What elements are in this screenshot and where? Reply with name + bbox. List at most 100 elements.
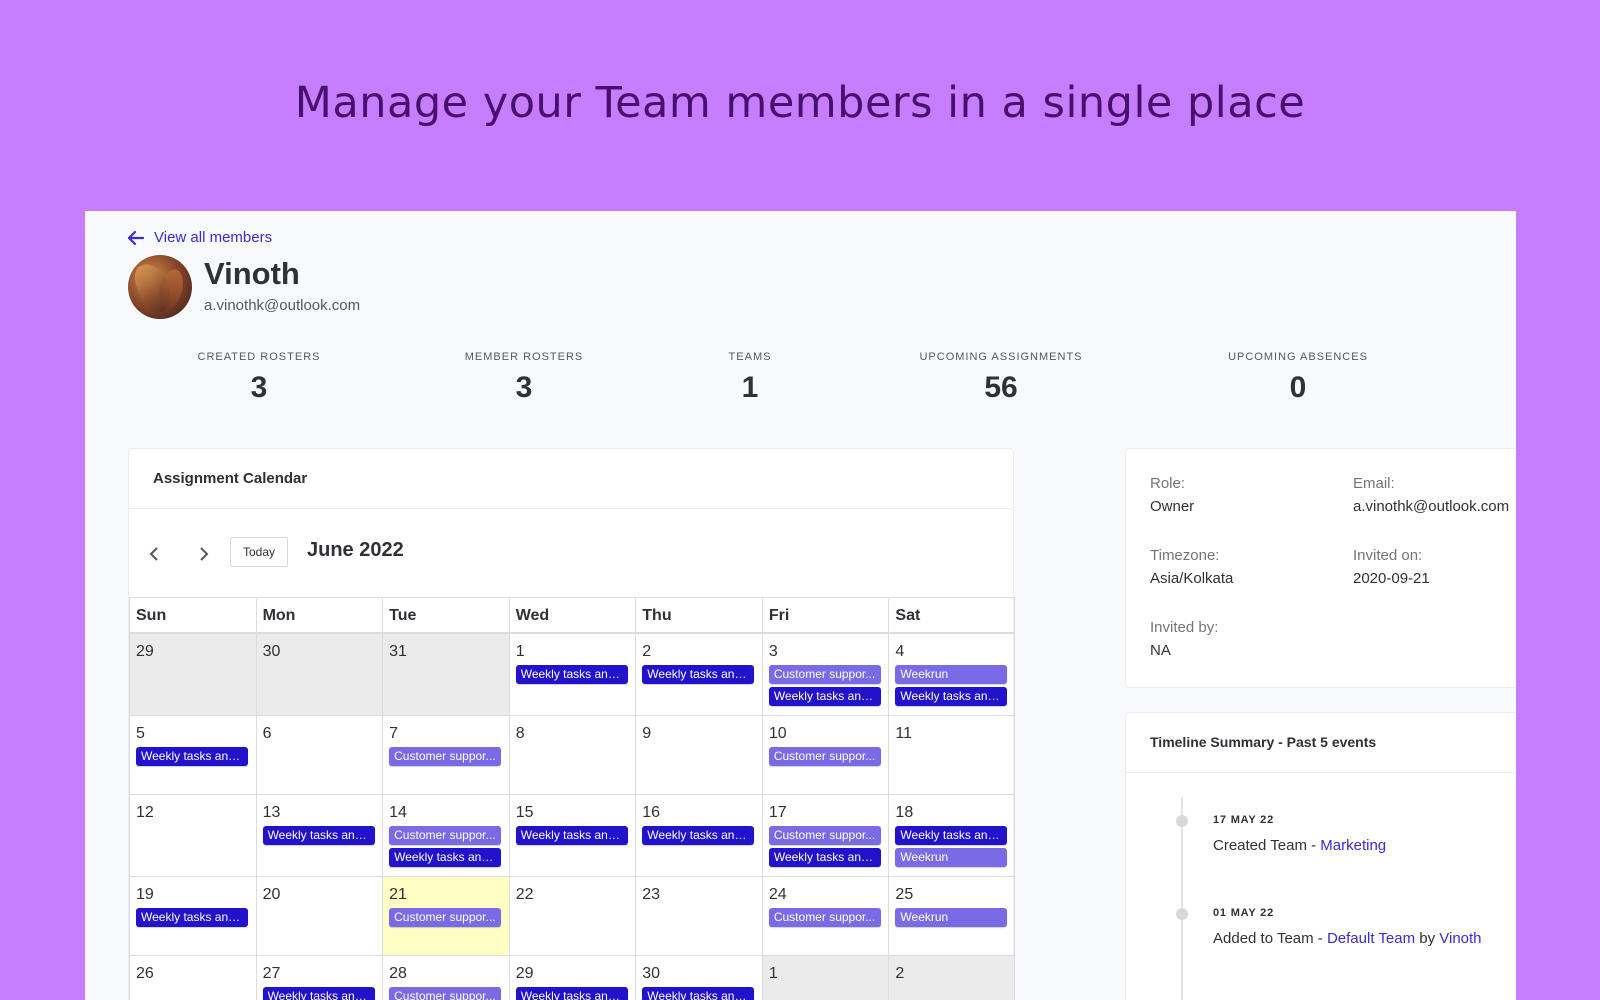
next-month-button[interactable] [191,541,217,567]
calendar-day[interactable]: 2 [888,956,1015,1000]
calendar-event[interactable]: Weekly tasks anc... [642,826,755,845]
calendar-day[interactable]: 25 Weekrun [888,877,1015,955]
calendar-event[interactable]: Customer suppor... [768,908,881,927]
calendar-day[interactable]: 29 Weekly tasks anc... [508,956,636,1000]
timeline-dot [1176,815,1188,827]
calendar-day[interactable]: 13 Weekly tasks anc... [255,795,383,876]
stat-label: UPCOMING ABSENCES [1228,351,1368,363]
view-all-members-link[interactable]: View all members [128,229,272,246]
calendar-day[interactable]: 10 Customer suppor... [761,716,889,794]
day-number: 3 [768,643,778,660]
calendar-day[interactable]: 8 [508,716,636,794]
calendar-day[interactable]: 6 [255,716,383,794]
calendar-day[interactable]: 28 Customer suppor... [382,956,509,1000]
calendar-event[interactable]: Customer suppor... [389,987,502,1000]
calendar-event[interactable]: Weekly tasks anc... [768,848,881,867]
calendar-day[interactable]: 16 Weekly tasks anc... [635,795,762,876]
calendar-event[interactable]: Weekly tasks anc... [642,665,755,684]
today-button[interactable]: Today [230,537,288,567]
calendar-day[interactable]: 23 [635,877,762,955]
info-invited-by-label: Invited by: [1150,619,1219,636]
stat-value: 3 [250,371,268,404]
calendar-event[interactable]: Weekly tasks anc... [515,826,628,845]
calendar-day[interactable]: 2 Weekly tasks anc... [635,634,762,715]
day-of-week-fri: Fri [761,598,889,634]
calendar-day[interactable]: 26 [129,956,256,1000]
calendar-event[interactable]: Weekly tasks anc... [895,687,1008,706]
timeline-event-prefix: Added to Team - [1213,930,1327,947]
calendar-day[interactable]: 17 Customer suppor... Weekly tasks anc... [761,795,889,876]
day-number: 18 [895,804,914,821]
calendar-day[interactable]: 27 Weekly tasks anc... [255,956,383,1000]
calendar-event[interactable]: Customer suppor... [389,826,502,845]
day-number: 26 [136,965,154,982]
calendar-day[interactable]: 24 Customer suppor... [761,877,889,955]
calendar-day[interactable]: 7 Customer suppor... [382,716,509,794]
calendar-day[interactable]: 12 [129,795,256,876]
timeline-event-prefix: Created Team - [1213,837,1321,854]
info-timezone: Timezone: Asia/Kolkata [1150,547,1233,587]
calendar-day-today[interactable]: 21 Customer suppor... [382,877,509,955]
calendar-event[interactable]: Weekrun [895,908,1008,927]
calendar-day[interactable]: 11 [888,716,1015,794]
calendar-event[interactable]: Customer suppor... [389,908,502,927]
calendar-day[interactable]: 20 [255,877,383,955]
day-number: 8 [515,725,525,742]
calendar-event[interactable]: Weekly tasks anc... [262,826,375,845]
timeline-event-text: Created Team - Marketing [1213,837,1386,854]
calendar-day[interactable]: 30 [255,634,383,715]
info-invited-by-value: NA [1150,642,1171,659]
calendar-event[interactable]: Customer suppor... [768,665,881,684]
day-number: 30 [642,965,661,982]
calendar-day[interactable]: 15 Weekly tasks anc... [508,795,636,876]
calendar-day[interactable]: 9 [635,716,762,794]
calendar-day[interactable]: 5 Weekly tasks anc... [129,716,256,794]
calendar-day[interactable]: 18 Weekly tasks anc... Weekrun [888,795,1015,876]
calendar-day[interactable]: 3 Customer suppor... Weekly tasks anc... [761,634,889,715]
timeline-user-link[interactable]: Vinoth [1439,930,1481,947]
calendar-event[interactable]: Customer suppor... [389,747,502,766]
day-number: 4 [895,643,905,660]
calendar-event[interactable]: Weekly tasks anc... [768,687,881,706]
calendar-event[interactable]: Weekly tasks anc... [136,747,248,766]
timeline-team-link[interactable]: Marketing [1320,837,1386,854]
calendar-day[interactable]: 14 Customer suppor... Weekly tasks anc... [382,795,509,876]
calendar-event[interactable]: Weekly tasks anc... [515,665,628,684]
day-number: 24 [768,886,787,903]
calendar-day[interactable]: 1 [761,956,889,1000]
stat-value: 56 [984,371,1018,404]
calendar-event[interactable]: Weekly tasks anc... [136,908,248,927]
avatar [128,255,192,319]
day-number: 13 [262,804,281,821]
calendar-event[interactable]: Weekrun [895,848,1008,867]
calendar-day[interactable]: 31 [382,634,509,715]
calendar-day[interactable]: 29 [129,634,256,715]
calendar-grid: Sun Mon Tue Wed Thu Fri Sat 29 30 31 1 Weekly task… [129,597,1015,1000]
calendar-day[interactable]: 30 Weekly tasks anc... [635,956,762,1000]
calendar-event[interactable]: Weekrun [895,665,1008,684]
calendar-event[interactable]: Weekly tasks anc... [389,848,502,867]
timeline-team-link[interactable]: Default Team [1327,930,1415,947]
day-number: 22 [515,886,534,903]
calendar-event[interactable]: Customer suppor... [768,826,881,845]
calendar-day[interactable]: 1 Weekly tasks anc... [508,634,636,715]
calendar-event[interactable]: Weekly tasks anc... [895,826,1008,845]
timeline-event-date: 17 MAY 22 [1213,814,1275,826]
calendar-event[interactable]: Weekly tasks anc... [642,987,755,1000]
stat-label: MEMBER ROSTERS [464,351,584,363]
calendar-event[interactable]: Customer suppor... [768,747,881,766]
calendar-week-row: 29 30 31 1 Weekly tasks anc... 2 Weekly tasks … [129,634,1015,716]
day-number: 9 [642,725,652,742]
calendar-event[interactable]: Weekly tasks anc... [262,987,375,1000]
calendar-day[interactable]: 19 Weekly tasks anc... [129,877,256,955]
info-invited-on-label: Invited on: [1353,547,1423,564]
stat-value: 3 [515,371,533,404]
member-info-card: Role: Owner Email: a.vinothk@outlook.com… [1125,448,1516,688]
calendar-day[interactable]: 22 [508,877,636,955]
stat-created-rosters: CREATED ROSTERS 3 [198,351,321,405]
calendar-event[interactable]: Weekly tasks anc... [515,987,628,1000]
stat-value: 0 [1289,371,1307,404]
prev-month-button[interactable] [141,541,167,567]
calendar-day[interactable]: 4 Weekrun Weekly tasks anc... [888,634,1015,715]
day-number: 2 [895,965,905,982]
